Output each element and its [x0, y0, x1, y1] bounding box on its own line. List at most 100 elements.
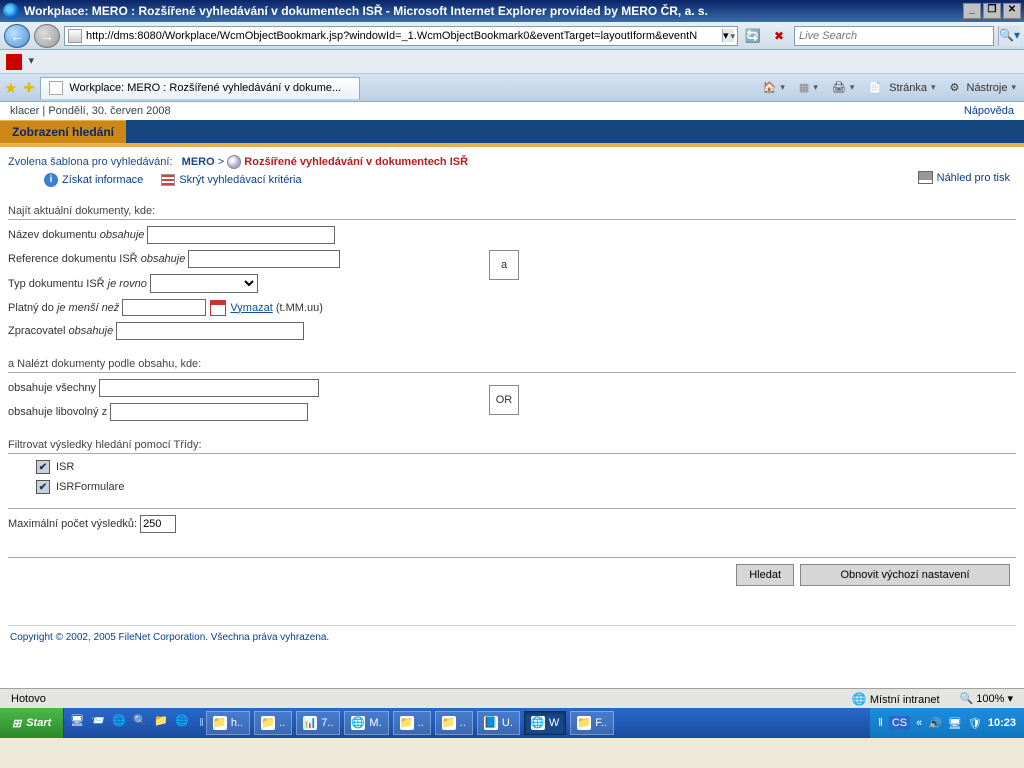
stop-button[interactable] — [768, 25, 790, 47]
ql-icon-4[interactable]: 🔍 — [133, 714, 151, 732]
window-title: Workplace: MERO : Rozšířené vyhledávání … — [24, 4, 708, 18]
tab-title: Workplace: MERO : Rozšířené vyhledávání … — [69, 82, 341, 94]
taskbar-app-5[interactable]: 📁.. — [435, 711, 473, 735]
forward-button[interactable]: → — [34, 24, 60, 48]
calendar-icon[interactable] — [210, 300, 226, 316]
tray-icon-1[interactable]: 🔊 — [928, 717, 942, 730]
ql-icon-1[interactable]: 🖥 — [70, 714, 88, 732]
date-label: Pondělí, 30. červen 2008 — [48, 105, 170, 117]
doc-type-select[interactable] — [150, 274, 258, 293]
class-isrformulare-checkbox[interactable] — [36, 480, 50, 494]
tray-icon-2[interactable]: 🖥 — [948, 717, 962, 730]
taskbar-app-8[interactable]: 📁F.. — [570, 711, 614, 735]
class-isrformulare-label: ISRFormulare — [56, 481, 124, 493]
doc-name-input[interactable] — [147, 226, 335, 244]
search-button[interactable]: 🔍▾ — [998, 26, 1020, 46]
add-favorite-icon[interactable]: ✚ — [23, 80, 34, 96]
author-input[interactable] — [116, 322, 304, 340]
class-isr-checkbox[interactable] — [36, 460, 50, 474]
section3-title: Filtrovat výsledky hledání pomocí Třídy: — [8, 439, 1016, 451]
class-isr-label: ISR — [56, 461, 74, 473]
feeds-button[interactable] — [795, 81, 822, 94]
clock[interactable]: 10:23 — [988, 717, 1016, 729]
tools-menu[interactable]: Nástroje — [946, 81, 1020, 94]
minimize-button[interactable]: _ — [963, 3, 981, 19]
window-title-bar: Workplace: MERO : Rozšířené vyhledávání … — [0, 0, 1024, 22]
reset-defaults-button[interactable]: Obnovit výchozí nastavení — [800, 564, 1010, 586]
search-button[interactable]: Hledat — [736, 564, 794, 586]
get-info-link[interactable]: i Získat informace — [44, 173, 143, 187]
contains-all-label: obsahuje všechny — [8, 382, 96, 394]
user-label: klacer — [10, 105, 39, 117]
address-bar[interactable]: ▾ — [64, 26, 738, 46]
max-results-input[interactable] — [140, 515, 176, 533]
footer-copyright: Copyright © 2002, 2005 FileNet Corporati… — [8, 625, 1016, 649]
close-button[interactable]: ✕ — [1003, 3, 1021, 19]
pdf-icon[interactable] — [6, 54, 22, 70]
taskbar-app-2[interactable]: 📊7.. — [296, 711, 340, 735]
page-body: klacer | Pondělí, 30. červen 2008 Nápově… — [0, 102, 1024, 688]
back-button[interactable]: ← — [4, 24, 30, 48]
valid-until-label: Platný do — [8, 302, 54, 314]
ql-icon-5[interactable]: 📁 — [154, 714, 172, 732]
taskbar-app-0[interactable]: 📁h.. — [206, 711, 250, 735]
print-preview-link[interactable]: Náhled pro tisk — [918, 171, 1010, 184]
valid-until-input[interactable] — [122, 299, 206, 316]
tab-bar-rest — [126, 120, 1024, 143]
favorites-star-icon[interactable]: ★ — [4, 79, 17, 97]
hide-criteria-link[interactable]: Skrýt vyhledávací kritéria — [161, 173, 301, 187]
pdf-toolbar — [0, 50, 1024, 74]
breadcrumb-title: Rozšířené vyhledávání v dokumentech ISŘ — [244, 156, 468, 168]
taskbar-app-1[interactable]: 📁.. — [254, 711, 292, 735]
tray-expand[interactable]: « — [916, 717, 922, 729]
doc-name-label: Název dokumentu — [8, 229, 97, 241]
info-icon: i — [44, 173, 58, 187]
address-input[interactable] — [86, 30, 722, 42]
operator-or: OR — [489, 385, 519, 415]
start-button[interactable]: ⊞Start — [0, 708, 64, 738]
windows-taskbar: ⊞Start 🖥 📨 🌐 🔍 📁 🌐 ‖ 📁h..📁..📊7..🌐M.📁..📁.… — [0, 708, 1024, 738]
doc-type-label: Typ dokumentu ISŘ — [8, 278, 105, 290]
restore-button[interactable]: ❐ — [983, 3, 1001, 19]
operator-and: a — [489, 250, 519, 280]
language-indicator[interactable]: CS — [889, 716, 910, 730]
author-label: Zpracovatel — [8, 325, 65, 337]
doc-ref-op: obsahuje — [141, 253, 186, 265]
ie-navigation-toolbar: ← → ▾ 🔍▾ — [0, 22, 1024, 50]
contains-any-label: obsahuje libovolný z — [8, 406, 107, 418]
section2-title: a Nalézt dokumenty podle obsahu, kde: — [8, 358, 1016, 370]
page-menu[interactable]: Stránka — [864, 81, 939, 94]
ql-icon-6[interactable]: 🌐 — [175, 714, 193, 732]
printer-icon — [918, 171, 933, 184]
address-dropdown[interactable]: ▾ — [722, 29, 734, 42]
contains-any-input[interactable] — [110, 403, 308, 421]
valid-until-op: je menší než — [57, 302, 119, 314]
zoom-level[interactable]: 🔍 100% ▾ — [953, 691, 1020, 706]
tab-zobrazeni-hledani[interactable]: Zobrazení hledání — [0, 120, 126, 143]
contains-all-input[interactable] — [99, 379, 319, 397]
help-link[interactable]: Nápověda — [964, 105, 1014, 117]
print-button[interactable] — [828, 81, 859, 94]
security-zone[interactable]: Místní intranet — [845, 691, 947, 707]
date-format-hint: (t.MM.uu) — [276, 302, 323, 314]
page-favicon — [68, 29, 82, 43]
taskbar-app-3[interactable]: 🌐M. — [344, 711, 388, 735]
doc-ref-input[interactable] — [188, 250, 340, 268]
system-tray: ‖ CS « 🔊 🖥 🛡 10:23 — [870, 708, 1024, 738]
tray-icon-3[interactable]: 🛡 — [968, 717, 982, 730]
status-text: Hotovo — [4, 692, 53, 706]
browser-search-input[interactable] — [795, 30, 993, 42]
refresh-button[interactable] — [742, 25, 764, 47]
taskbar-app-6[interactable]: 📘U. — [477, 711, 520, 735]
quick-launch: 🖥 📨 🌐 🔍 📁 🌐 — [70, 714, 193, 732]
breadcrumb-root[interactable]: MERO — [182, 156, 215, 168]
ie-status-bar: Hotovo Místní intranet 🔍 100% ▾ — [0, 688, 1024, 708]
ql-icon-2[interactable]: 📨 — [91, 714, 109, 732]
clear-date-link[interactable]: Vymazat — [230, 302, 272, 314]
taskbar-app-7[interactable]: 🌐W — [524, 711, 566, 735]
ql-icon-3[interactable]: 🌐 — [112, 714, 130, 732]
taskbar-app-4[interactable]: 📁.. — [393, 711, 431, 735]
browser-tab-active[interactable]: Workplace: MERO : Rozšířené vyhledávání … — [40, 77, 360, 99]
section1-title: Najít aktuální dokumenty, kde: — [8, 205, 1016, 217]
home-button[interactable] — [759, 81, 789, 94]
